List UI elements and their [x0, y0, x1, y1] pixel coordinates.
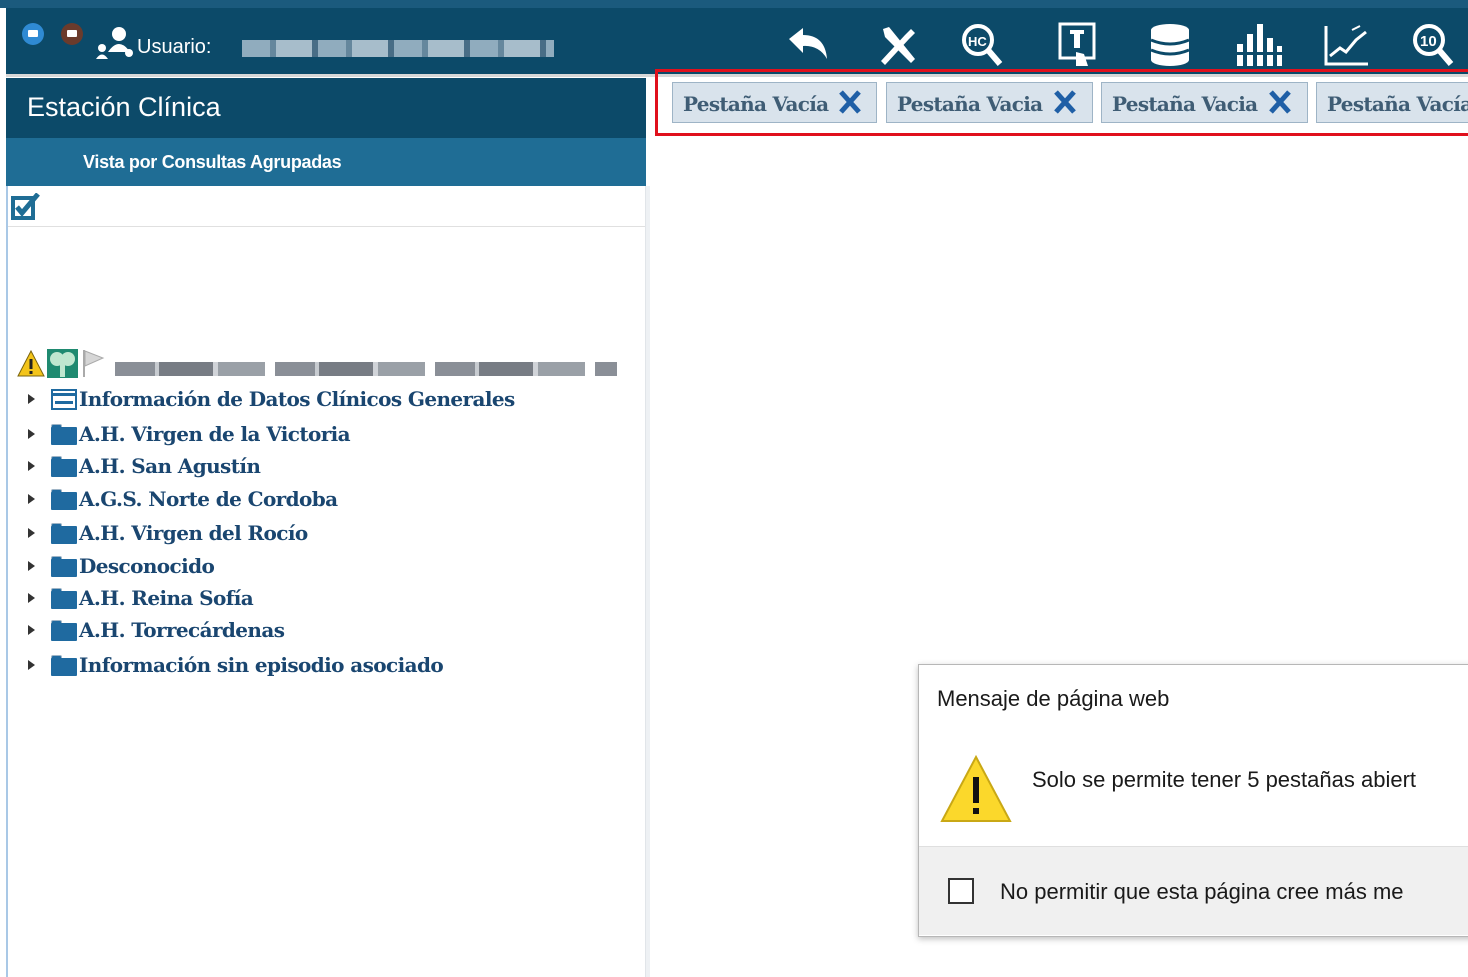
- folder-icon: [51, 587, 77, 609]
- expand-arrow-icon[interactable]: [28, 593, 35, 603]
- card-icon: [51, 388, 77, 410]
- flag-icon[interactable]: [81, 348, 105, 378]
- chart-line-icon[interactable]: [1321, 20, 1373, 70]
- tree-item-reina-sofia[interactable]: A.H. Reina Sofía: [26, 584, 254, 612]
- tab-3[interactable]: Pestaña Vacia: [1101, 82, 1308, 123]
- folder-icon: [51, 522, 77, 544]
- dialog-checkbox[interactable]: [948, 878, 974, 904]
- tree-item-clinical-data[interactable]: Información de Datos Clínicos Generales: [26, 385, 515, 413]
- tab-label[interactable]: Pestaña Vacía: [683, 92, 829, 116]
- mail-blue-icon[interactable]: [22, 23, 44, 45]
- left-panel-border: [6, 186, 8, 977]
- tab-label[interactable]: Pestaña Vacia: [1112, 92, 1258, 116]
- folder-icon: [51, 455, 77, 477]
- warning-icon: [940, 753, 1012, 825]
- expand-arrow-icon[interactable]: [28, 625, 35, 635]
- tree-item-sin-episodio[interactable]: Información sin episodio asociado: [26, 651, 444, 679]
- tree-item-label[interactable]: Información de Datos Clínicos Generales: [79, 387, 515, 411]
- tree-item-label[interactable]: Desconocido: [79, 554, 215, 578]
- dialog-checkbox-label[interactable]: No permitir que esta página cree más me: [1000, 879, 1404, 905]
- users-icon[interactable]: [96, 26, 134, 60]
- document-touch-icon[interactable]: [1052, 20, 1104, 70]
- expand-arrow-icon[interactable]: [28, 528, 35, 538]
- expand-arrow-icon[interactable]: [28, 461, 35, 471]
- tree-item-norte-cordoba[interactable]: A.G.S. Norte de Cordoba: [26, 485, 338, 513]
- svg-text:HC: HC: [968, 34, 987, 49]
- tree-item-label[interactable]: A.H. Virgen del Rocío: [79, 521, 308, 545]
- folder-icon: [51, 423, 77, 445]
- tab-label[interactable]: Pestaña Vacia: [897, 92, 1043, 116]
- folder-icon: [51, 555, 77, 577]
- folder-icon: [51, 488, 77, 510]
- ten-search-icon[interactable]: 10: [1406, 20, 1458, 70]
- user-label: Usuario:: [137, 36, 212, 58]
- tree-item-label[interactable]: A.H. Virgen de la Victoria: [79, 422, 351, 446]
- dialog-title: Mensaje de página web: [937, 686, 1170, 711]
- panel-splitter[interactable]: [645, 186, 650, 977]
- tree-item-torrecardenas[interactable]: A.H. Torrecárdenas: [26, 616, 285, 644]
- edit-check-icon[interactable]: [10, 192, 40, 221]
- patient-name-redacted: [115, 362, 617, 376]
- tree-item-label[interactable]: A.G.S. Norte de Cordoba: [79, 487, 338, 511]
- hc-search-icon[interactable]: HC: [957, 20, 1009, 70]
- database-icon[interactable]: [1144, 20, 1196, 70]
- mail-dark-icon[interactable]: [61, 23, 83, 45]
- window-title-bar: [0, 0, 1468, 8]
- expand-arrow-icon[interactable]: [28, 660, 35, 670]
- folder-icon: [51, 654, 77, 676]
- back-icon[interactable]: [782, 20, 834, 70]
- folder-icon: [51, 619, 77, 641]
- left-panel-divider: [6, 226, 646, 227]
- dialog-message: Solo se permite tener 5 pestañas abiert: [1032, 767, 1417, 792]
- tab-2[interactable]: Pestaña Vacia: [886, 82, 1093, 123]
- user-name-redacted: [242, 40, 554, 57]
- tab-label[interactable]: Pestaña Vacía: [1327, 92, 1468, 116]
- expand-arrow-icon[interactable]: [28, 394, 35, 404]
- tab-1[interactable]: Pestaña Vacía: [672, 82, 877, 123]
- tree-item-san-agustin[interactable]: A.H. San Agustín: [26, 452, 261, 480]
- close-icon[interactable]: [838, 89, 862, 115]
- expand-arrow-icon[interactable]: [28, 561, 35, 571]
- tab-4[interactable]: Pestaña Vacía: [1316, 82, 1468, 123]
- stats-icon[interactable]: [1232, 20, 1284, 70]
- expand-arrow-icon[interactable]: [28, 429, 35, 439]
- close-icon[interactable]: [1053, 89, 1077, 115]
- svg-text:10: 10: [1420, 33, 1437, 50]
- tree-item-label[interactable]: Información sin episodio asociado: [79, 653, 444, 677]
- tree-item-desconocido[interactable]: Desconocido: [26, 552, 215, 580]
- tree-item-label[interactable]: A.H. Reina Sofía: [79, 586, 254, 610]
- warning-icon: [17, 349, 45, 378]
- tree-item-label[interactable]: A.H. Torrecárdenas: [79, 618, 285, 642]
- tree-item-label[interactable]: A.H. San Agustín: [79, 454, 261, 478]
- close-icon[interactable]: [1268, 89, 1292, 115]
- tools-icon[interactable]: [872, 20, 924, 70]
- tree-item-virgen-victoria[interactable]: A.H. Virgen de la Victoria: [26, 420, 351, 448]
- tree-logo-icon: [47, 349, 78, 378]
- expand-arrow-icon[interactable]: [28, 494, 35, 504]
- view-mode-label[interactable]: Vista por Consultas Agrupadas: [83, 152, 342, 173]
- tree-item-virgen-rocio[interactable]: A.H. Virgen del Rocío: [26, 519, 308, 547]
- left-panel-title: Estación Clínica: [27, 92, 221, 122]
